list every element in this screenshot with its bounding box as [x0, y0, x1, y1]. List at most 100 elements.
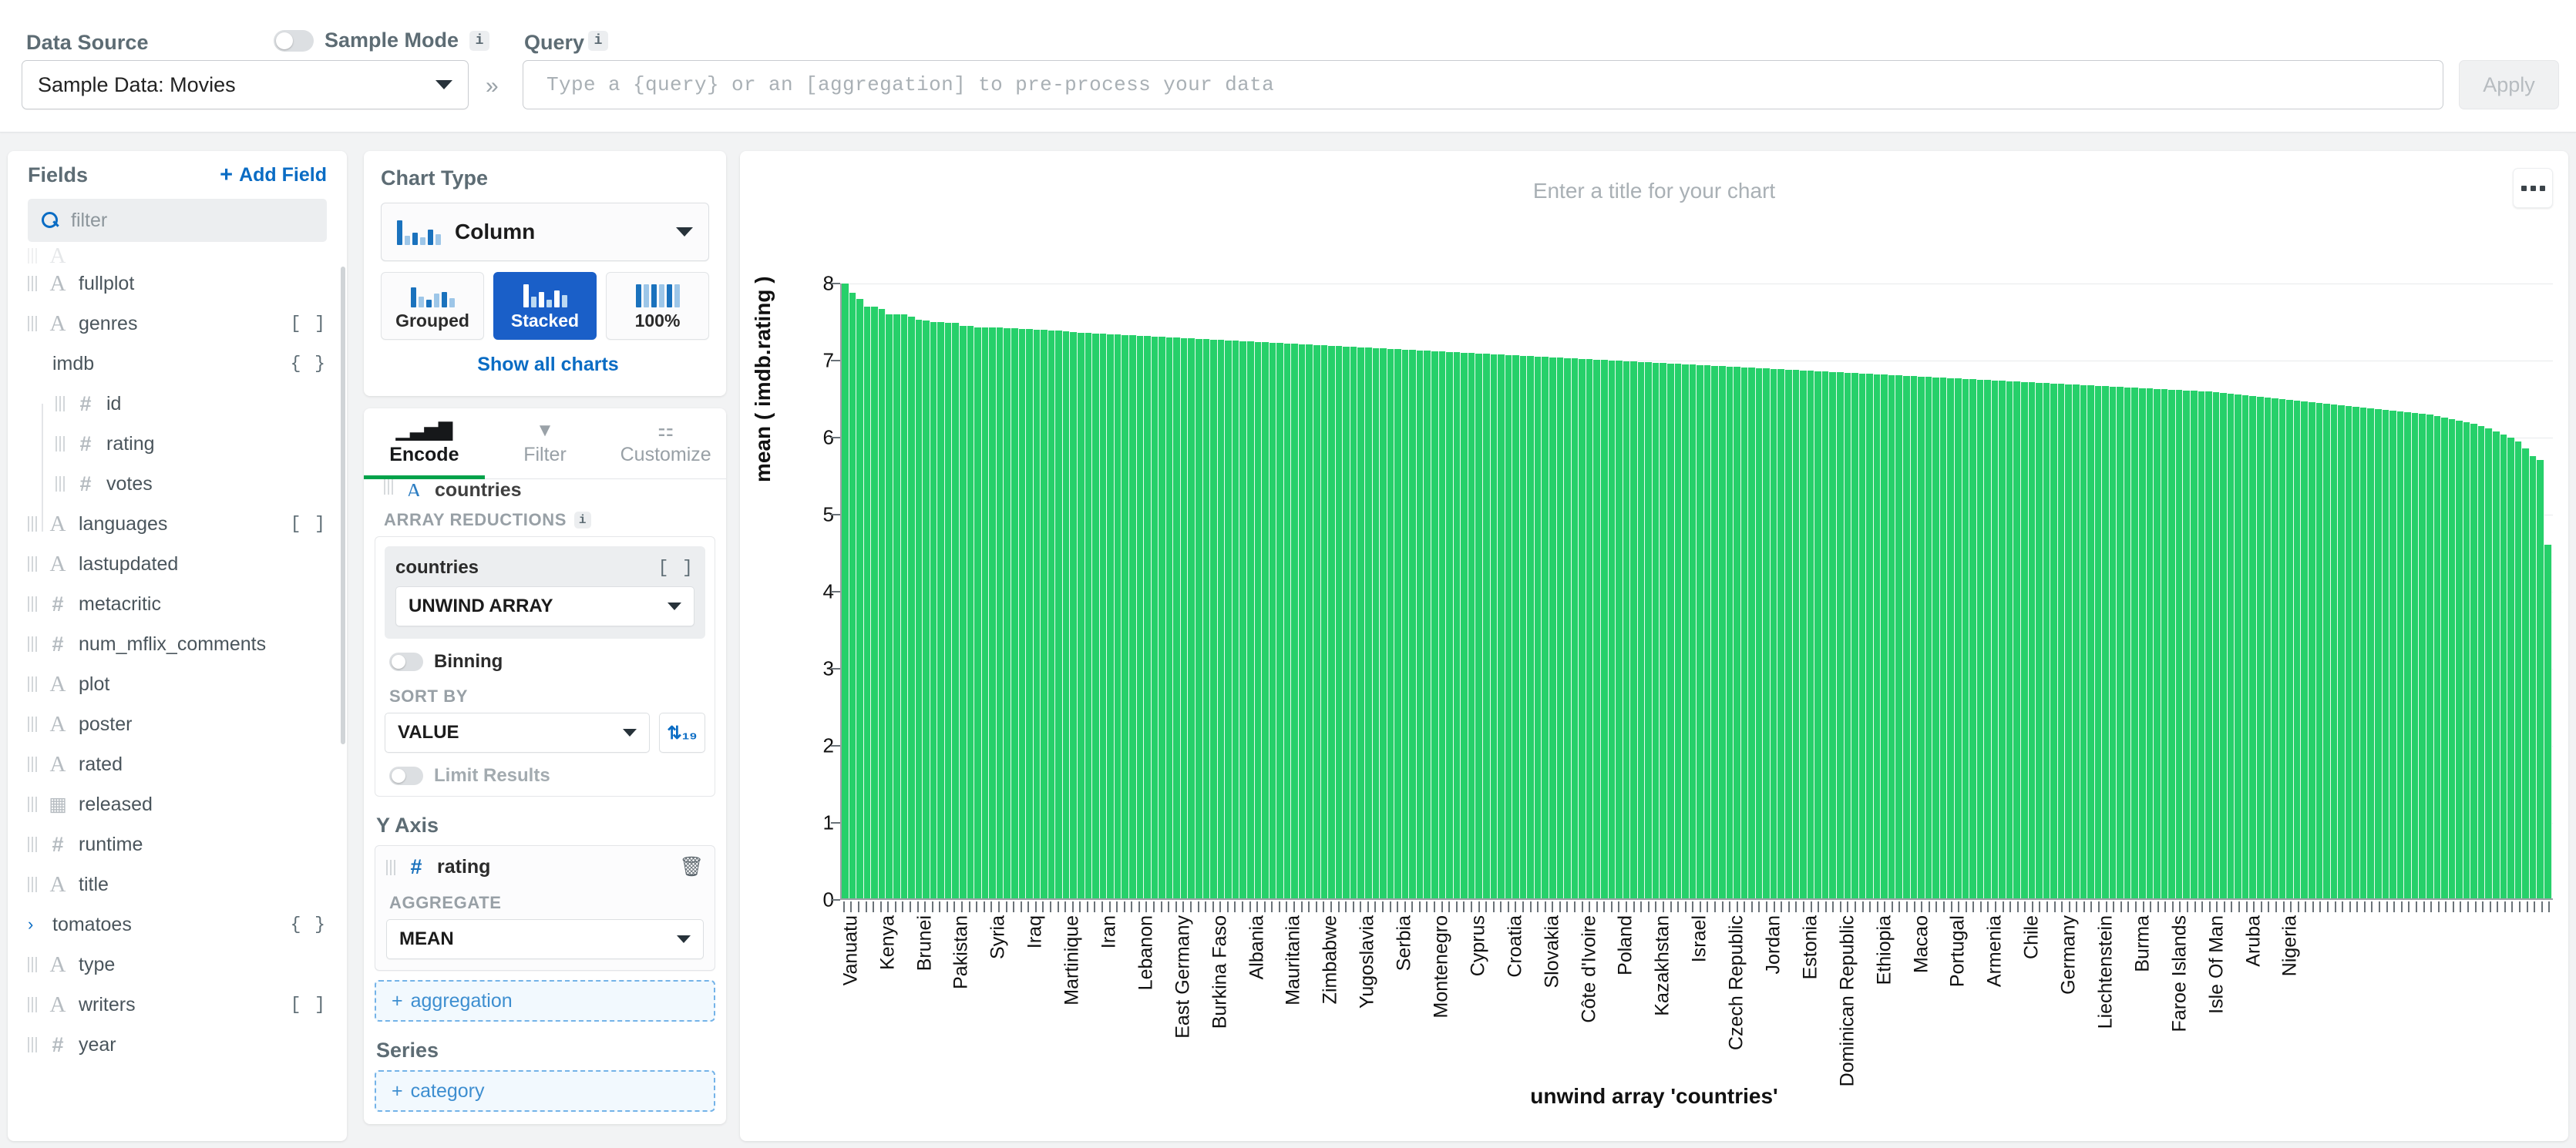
chart-type-select[interactable]: Column [381, 203, 709, 261]
bar[interactable] [1756, 368, 1764, 898]
bar[interactable] [1004, 328, 1011, 898]
drag-handle-icon[interactable] [28, 556, 37, 572]
bar[interactable] [1837, 372, 1845, 898]
field-row[interactable]: Aplot [8, 664, 347, 704]
bar[interactable] [2463, 422, 2471, 898]
bar[interactable] [967, 326, 975, 898]
bar[interactable] [1380, 348, 1387, 898]
bar[interactable] [1992, 381, 1999, 898]
bar[interactable] [2522, 448, 2530, 898]
bar[interactable] [1129, 335, 1137, 898]
bar[interactable] [2507, 438, 2515, 899]
bar[interactable] [1417, 351, 1424, 898]
drag-handle-icon[interactable] [28, 957, 37, 972]
bar[interactable] [1373, 348, 1380, 898]
y-axis-field-row[interactable]: # rating 🗑 [386, 855, 704, 879]
bar[interactable] [960, 326, 967, 898]
bar[interactable] [1557, 357, 1565, 898]
bar[interactable] [1070, 332, 1078, 898]
bar[interactable] [2294, 401, 2302, 898]
bar[interactable] [2228, 394, 2235, 898]
bar[interactable] [1299, 344, 1306, 898]
bar[interactable] [1881, 374, 1888, 898]
bar[interactable] [2205, 391, 2213, 898]
bar[interactable] [1542, 357, 1549, 898]
bar[interactable] [2286, 400, 2294, 898]
bar[interactable] [1402, 350, 1410, 898]
tab-customize[interactable]: ⚏ Customize [605, 408, 726, 478]
bar[interactable] [1409, 350, 1417, 898]
bar[interactable] [1925, 377, 1933, 898]
bar[interactable] [1196, 339, 1203, 898]
tab-filter[interactable]: ▼ Filter [485, 408, 606, 478]
bar[interactable] [2242, 395, 2250, 898]
add-aggregation-button[interactable]: + aggregation [375, 980, 715, 1022]
bar[interactable] [923, 321, 930, 898]
bar[interactable] [952, 323, 960, 898]
drag-handle-icon[interactable] [55, 436, 65, 451]
field-row[interactable]: # num_mflix_comments [8, 624, 347, 664]
bar[interactable] [1336, 346, 1343, 898]
bar[interactable] [1144, 336, 1152, 898]
field-row[interactable]: Arated [8, 744, 347, 784]
bar[interactable] [2537, 460, 2544, 898]
fields-scrollbar[interactable] [341, 267, 345, 744]
bar[interactable] [1461, 353, 1468, 898]
bar[interactable] [1431, 351, 1439, 898]
bar[interactable] [1785, 370, 1793, 898]
bar[interactable] [1512, 355, 1520, 898]
drag-handle-icon[interactable] [384, 479, 393, 495]
bar[interactable] [1233, 341, 1240, 898]
bar[interactable] [1999, 381, 2006, 898]
bar[interactable] [1932, 378, 1940, 898]
variant-stacked[interactable]: Stacked [493, 272, 597, 340]
bar[interactable] [2309, 402, 2316, 898]
bar[interactable] [1822, 371, 1830, 898]
field-row[interactable]: # metacritic [8, 584, 347, 624]
bar[interactable] [2352, 407, 2360, 898]
bar[interactable] [1616, 361, 1623, 898]
bar[interactable] [1063, 331, 1071, 898]
bar[interactable] [1026, 329, 1034, 898]
bar[interactable] [1270, 343, 1277, 898]
drag-handle-icon[interactable] [28, 797, 37, 812]
field-row[interactable]: › tomatoes{ } [8, 905, 347, 945]
bar[interactable] [1690, 364, 1697, 898]
bar[interactable] [1255, 342, 1263, 898]
bar[interactable] [2043, 383, 2051, 898]
bar[interactable] [2073, 384, 2080, 898]
bar[interactable] [2544, 545, 2552, 898]
bar[interactable] [2235, 394, 2242, 898]
bar[interactable] [1343, 347, 1350, 898]
bar[interactable] [849, 293, 857, 898]
expand-panel-icon[interactable]: » [486, 73, 499, 99]
bar[interactable] [937, 322, 945, 898]
bar[interactable] [989, 327, 997, 898]
bar[interactable] [2087, 385, 2095, 898]
bar[interactable] [2279, 399, 2287, 898]
bar[interactable] [1977, 380, 1985, 898]
drag-handle-icon[interactable] [28, 516, 37, 532]
bar[interactable] [2110, 387, 2117, 898]
bar[interactable] [1630, 361, 1638, 898]
bar[interactable] [1188, 338, 1196, 898]
bar[interactable] [2013, 381, 2021, 898]
bar[interactable] [2006, 381, 2014, 898]
bar[interactable] [2412, 413, 2420, 898]
bar[interactable] [1653, 363, 1660, 898]
field-filter-input[interactable]: filter [28, 199, 327, 242]
bar[interactable] [1660, 363, 1667, 898]
bar[interactable] [2426, 415, 2434, 898]
drag-handle-icon[interactable] [55, 476, 65, 492]
field-row[interactable]: Atype [8, 945, 347, 985]
bar[interactable] [1675, 364, 1683, 898]
bar[interactable] [1564, 358, 1572, 898]
drag-handle-icon[interactable] [28, 596, 37, 612]
expand-collapse-icon[interactable]: › [28, 915, 49, 935]
x-axis-field-row[interactable]: A countries [375, 479, 715, 496]
bar[interactable] [1572, 358, 1579, 898]
bar[interactable] [2147, 388, 2154, 898]
bar[interactable] [1955, 378, 1962, 898]
query-info-icon[interactable]: i [588, 31, 608, 51]
bar[interactable] [2213, 392, 2221, 898]
